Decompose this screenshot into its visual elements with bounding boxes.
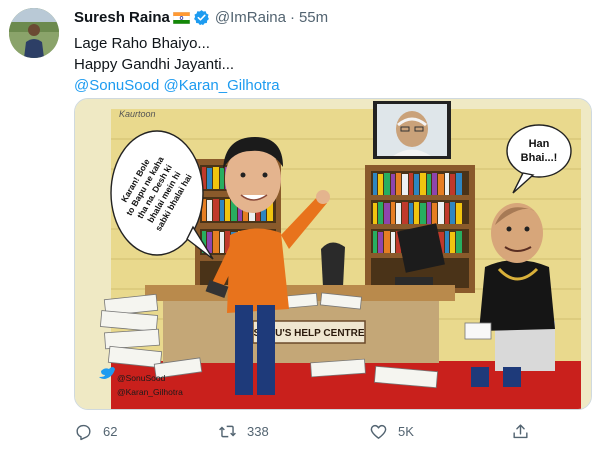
like-icon (370, 424, 387, 439)
book-spine (427, 174, 431, 195)
book-spine (438, 202, 444, 224)
india-flag-icon (172, 11, 191, 25)
tweet-line-1: Lage Raho Bhaiyo... (74, 35, 210, 52)
book-spine (391, 174, 395, 195)
verified-badge-icon (193, 9, 210, 26)
book-spine (432, 173, 437, 195)
book-spine (207, 168, 212, 189)
book-spine (220, 168, 224, 189)
book-spine (456, 203, 462, 224)
avatar[interactable] (9, 8, 59, 58)
reply-icon (76, 424, 91, 441)
author-handle[interactable]: @ImRaina (215, 9, 286, 26)
like-button[interactable]: 5K (369, 422, 414, 441)
mention-link[interactable]: @Karan_Gilhotra (163, 77, 279, 94)
book-spine (213, 231, 219, 253)
tweet-header: Suresh Raina @ImRaina · 55m (74, 6, 328, 28)
author-name[interactable]: Suresh Raina (74, 9, 170, 26)
separator-dot: · (289, 8, 295, 26)
book-spine (402, 174, 408, 195)
share-button[interactable] (511, 422, 530, 441)
book-spine (438, 174, 444, 195)
book-spine (456, 231, 462, 253)
book-spine (213, 199, 219, 221)
gandhi-portrait (373, 101, 451, 159)
book-spine (378, 232, 383, 253)
book-spine (427, 202, 431, 224)
like-count: 5K (398, 424, 414, 439)
book-spine (373, 203, 377, 224)
book-spine (384, 231, 390, 253)
book-spine (445, 231, 449, 253)
book-spine (420, 173, 426, 195)
tweet[interactable]: Suresh Raina @ImRaina · 55m Lage Raho Bh… (0, 0, 600, 450)
credit-text: Kaurtoon (119, 109, 156, 119)
book-spine (450, 174, 455, 195)
book-spine (225, 199, 230, 221)
tweet-actions: 62 338 5K (74, 422, 544, 444)
book-spine (391, 202, 395, 224)
tweet-text: Lage Raho Bhaiyo... Happy Gandhi Jayanti… (74, 33, 280, 96)
social-handle: @SonuSood (117, 373, 166, 383)
book-spine (396, 173, 401, 195)
book-spine (414, 202, 419, 224)
book-spine (432, 203, 437, 224)
book-spine (409, 173, 413, 195)
bubble-line: Han (529, 138, 550, 150)
book-spine (450, 202, 455, 224)
book-spine (396, 203, 401, 224)
bubble-line: Bhai...! (521, 152, 558, 164)
retweet-icon (219, 425, 236, 438)
book-spine (456, 173, 462, 195)
reply-count: 62 (103, 424, 118, 439)
tweet-line-2: Happy Gandhi Jayanti... (74, 56, 235, 73)
share-icon (513, 424, 528, 439)
book-spine (409, 203, 413, 224)
book-spine (213, 167, 219, 189)
book-spine (414, 174, 419, 195)
book-spine (445, 173, 449, 195)
book-spine (373, 231, 377, 253)
social-handle: @Karan_Gilhotra (117, 387, 183, 397)
book-spine (378, 174, 383, 195)
book-spine (378, 202, 383, 224)
book-spine (220, 200, 224, 221)
book-spine (420, 203, 426, 224)
retweet-count: 338 (247, 424, 269, 439)
book-spine (220, 232, 224, 253)
book-spine (207, 200, 212, 221)
book-spine (391, 232, 395, 253)
book-spine (402, 202, 408, 224)
book-spine (384, 173, 390, 195)
book-spine (384, 203, 390, 224)
office-chair (321, 242, 345, 287)
retweet-button[interactable]: 338 (218, 422, 269, 441)
tweet-media-image[interactable]: Kaurtoon SONU'S HELP CENTRE Karan! Bole … (74, 98, 592, 410)
mention-link[interactable]: @SonuSood (74, 77, 159, 94)
timestamp[interactable]: 55m (299, 9, 328, 26)
book-spine (450, 232, 455, 253)
book-spine (373, 173, 377, 195)
book-spine (445, 203, 449, 224)
tweet-mentions: @SonuSood @Karan_Gilhotra (74, 75, 280, 96)
reply-button[interactable]: 62 (74, 422, 117, 441)
